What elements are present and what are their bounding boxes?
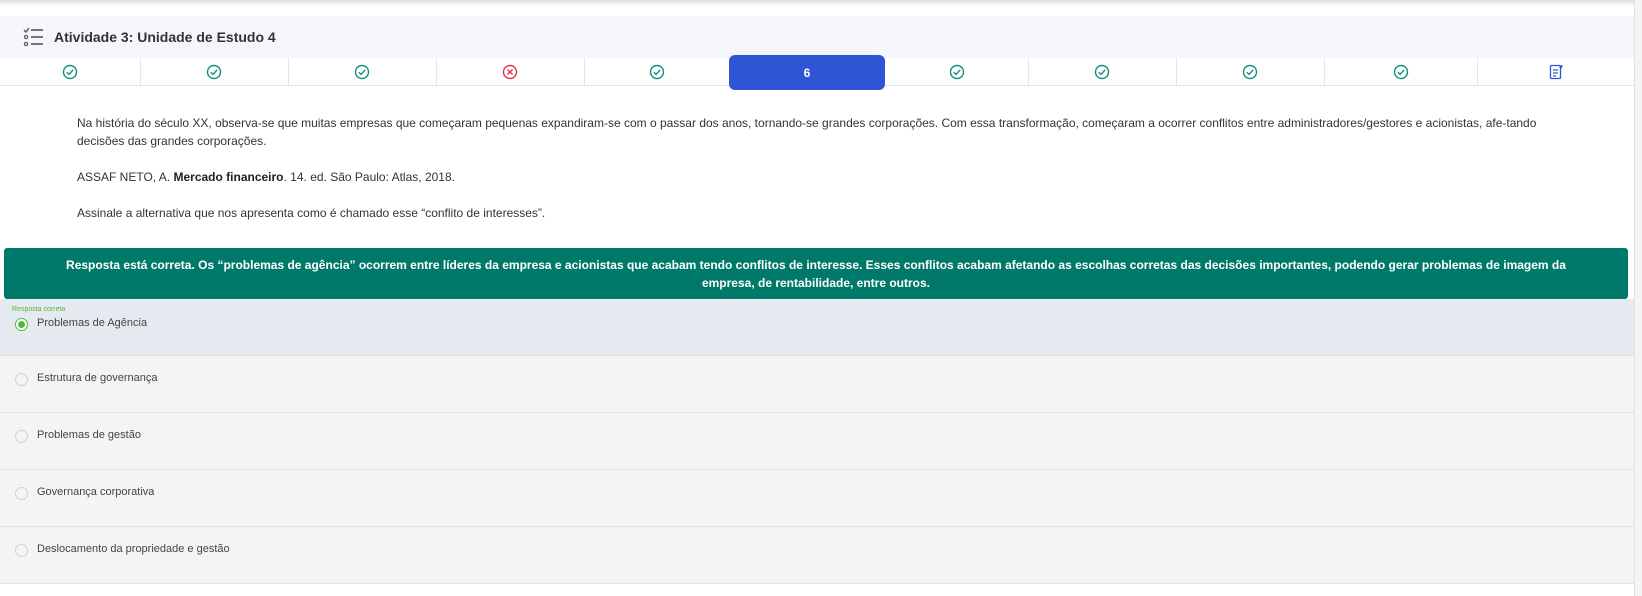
feedback-text: Resposta está correta. Os “problemas de … xyxy=(66,258,1566,290)
question-nav-1[interactable] xyxy=(0,58,140,86)
top-shadow xyxy=(0,0,1634,6)
check-circle-icon xyxy=(1094,64,1110,80)
answer-option-1[interactable]: Resposta correta Problemas de Agência xyxy=(0,299,1634,356)
question-nav-10[interactable] xyxy=(1324,58,1477,86)
document-edit-icon xyxy=(1549,64,1563,80)
reference-title: Mercado financeiro xyxy=(173,170,284,184)
feedback-banner: Resposta está correta. Os “problemas de … xyxy=(4,248,1628,299)
answer-option-label: Problemas de gestão xyxy=(37,429,141,441)
answer-options: Resposta correta Problemas de Agência Es… xyxy=(0,299,1634,584)
check-circle-icon xyxy=(1393,64,1408,80)
question-nav-7[interactable] xyxy=(885,58,1028,86)
radio-icon[interactable] xyxy=(15,544,28,557)
answer-option-2[interactable]: Estrutura de governança xyxy=(0,356,1634,413)
question-nav-8[interactable] xyxy=(1028,58,1176,86)
answer-option-label: Estrutura de governança xyxy=(37,372,158,384)
answer-option-label: Governança corporativa xyxy=(37,486,155,498)
answer-option-label: Problemas de Agência xyxy=(37,317,148,329)
check-circle-icon xyxy=(1242,64,1258,80)
question-nav-current[interactable]: 6 xyxy=(729,55,885,90)
answer-option-4[interactable]: Governança corporativa xyxy=(0,470,1634,527)
correct-answer-tag: Resposta correta xyxy=(12,306,66,313)
answer-option-5[interactable]: Deslocamento da propriedade e gestão xyxy=(0,527,1634,584)
question-body: Na história do século XX, observa-se que… xyxy=(77,114,1537,240)
question-nav-3[interactable] xyxy=(288,58,436,86)
check-circle-icon xyxy=(949,64,964,80)
check-circle-icon xyxy=(354,64,370,80)
radio-icon[interactable] xyxy=(15,373,28,386)
radio-icon[interactable] xyxy=(15,430,28,443)
question-nav-9[interactable] xyxy=(1176,58,1324,86)
question-paragraph: Na história do século XX, observa-se que… xyxy=(77,116,1537,148)
x-circle-icon xyxy=(502,64,518,80)
check-circle-icon xyxy=(649,64,664,80)
page-scrollbar[interactable] xyxy=(1634,0,1642,596)
reference-author: ASSAF NETO, A. xyxy=(77,170,174,184)
radio-icon[interactable] xyxy=(15,487,28,500)
answer-option-3[interactable]: Problemas de gestão xyxy=(0,413,1634,470)
list-check-icon xyxy=(23,27,43,47)
question-nav-4[interactable] xyxy=(436,58,584,86)
question-nav-5[interactable] xyxy=(584,58,729,86)
check-circle-icon xyxy=(62,64,78,80)
question-reference: ASSAF NETO, A. Mercado financeiro. 14. e… xyxy=(77,168,1537,186)
question-nav-2[interactable] xyxy=(140,58,288,86)
reference-details: . 14. ed. São Paulo: Atlas, 2018. xyxy=(283,170,455,184)
activity-title: Atividade 3: Unidade de Estudo 4 xyxy=(54,29,276,45)
check-circle-icon xyxy=(206,64,222,80)
radio-selected-icon[interactable] xyxy=(15,318,28,331)
activity-header: Atividade 3: Unidade de Estudo 4 xyxy=(0,16,1634,58)
question-nav-current-label: 6 xyxy=(803,65,811,80)
question-nav-11[interactable] xyxy=(1477,58,1634,86)
answer-option-label: Deslocamento da propriedade e gestão xyxy=(37,543,230,555)
question-prompt: Assinale a alternativa que nos apresenta… xyxy=(77,206,546,220)
